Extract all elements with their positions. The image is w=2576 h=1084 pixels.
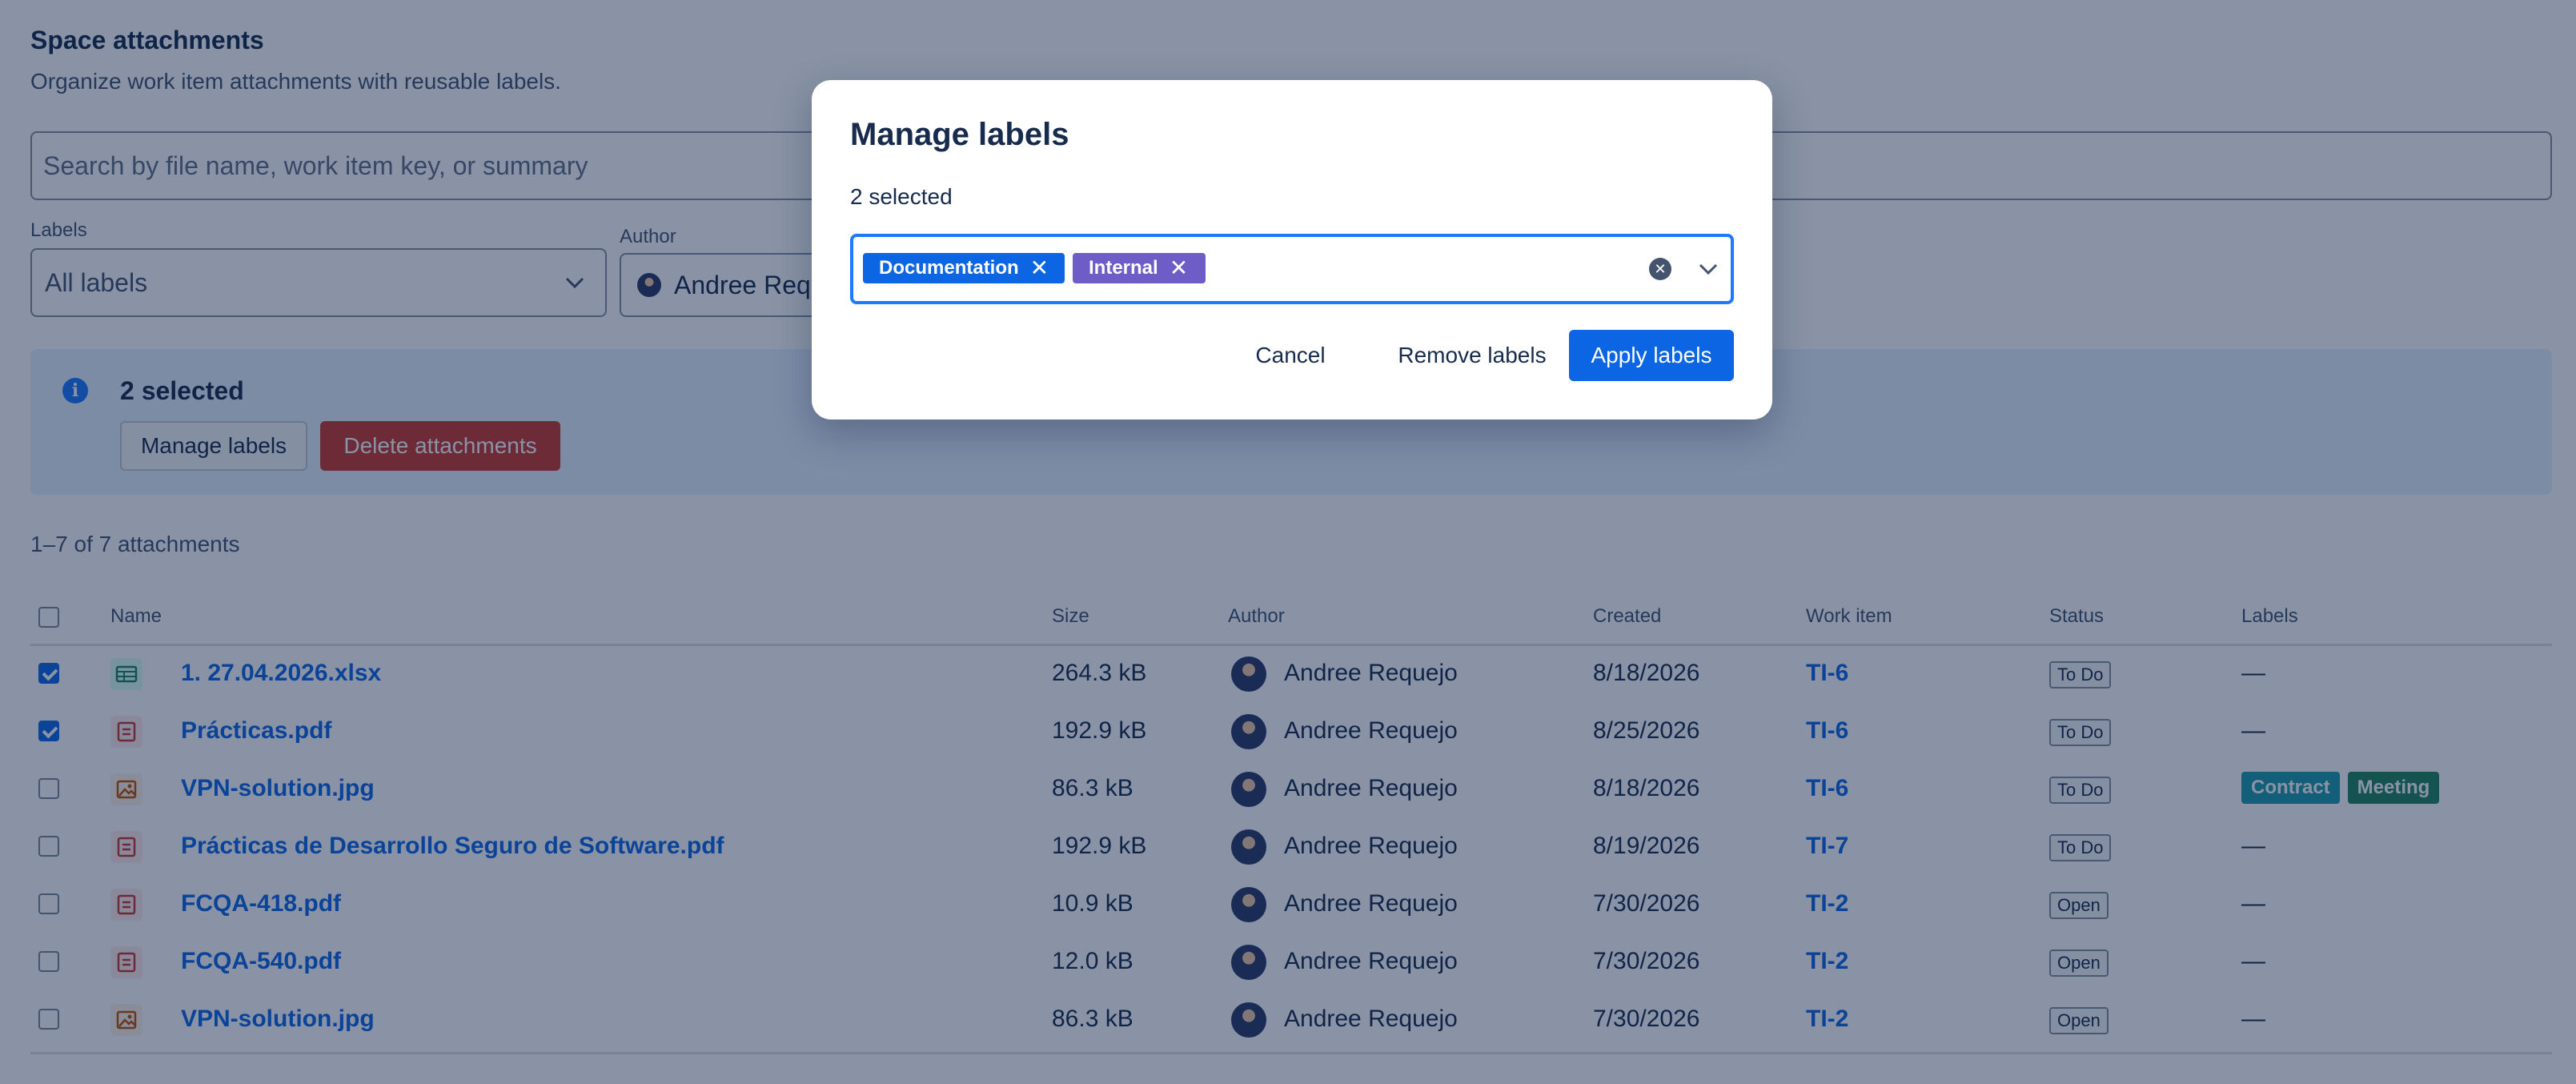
chevron-down-icon[interactable] [1692,253,1724,285]
tag-label: Internal [1089,257,1158,279]
clear-icon[interactable]: ✕ [1649,258,1671,280]
labels-multiselect[interactable]: Documentation ✕ Internal ✕ ✕ [850,234,1734,304]
remove-tag-icon[interactable]: ✕ [1170,257,1188,279]
tag-label: Documentation [879,257,1019,279]
remove-labels-button[interactable]: Remove labels [1364,330,1580,381]
dialog-selection-count: 2 selected [850,184,953,209]
selected-tag: Internal ✕ [1073,253,1206,283]
remove-tag-icon[interactable]: ✕ [1030,257,1049,279]
cancel-button[interactable]: Cancel [1231,330,1350,381]
selected-tag: Documentation ✕ [863,253,1065,283]
apply-labels-button[interactable]: Apply labels [1569,330,1734,381]
dialog-title: Manage labels [850,117,1069,152]
manage-labels-dialog: Manage labels 2 selected Documentation ✕… [812,80,1772,420]
